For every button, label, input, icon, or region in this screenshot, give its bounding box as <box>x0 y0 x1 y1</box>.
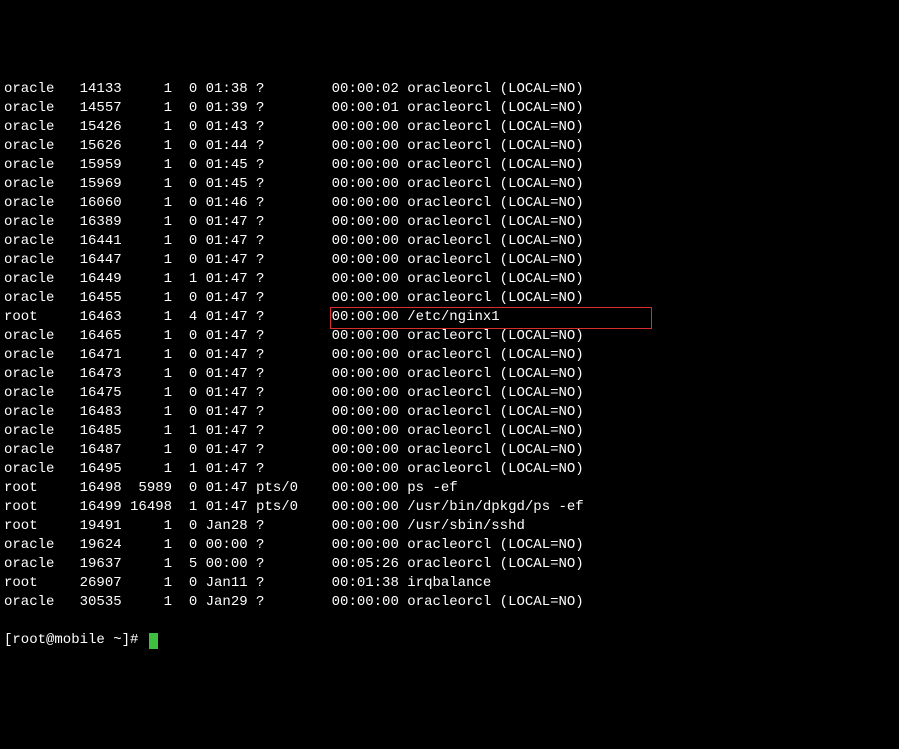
process-row: root 19491 1 0 Jan28 ? 00:00:00 /usr/sbi… <box>4 517 895 536</box>
process-row: oracle 16465 1 0 01:47 ? 00:00:00 oracle… <box>4 327 895 346</box>
process-row: oracle 16483 1 0 01:47 ? 00:00:00 oracle… <box>4 403 895 422</box>
terminal-output: oracle 14133 1 0 01:38 ? 00:00:02 oracle… <box>4 80 895 612</box>
cursor-block <box>149 633 158 649</box>
process-row: oracle 16389 1 0 01:47 ? 00:00:00 oracle… <box>4 213 895 232</box>
shell-prompt-text: [root@mobile ~]# <box>4 631 147 650</box>
process-row: oracle 16455 1 0 01:47 ? 00:00:00 oracle… <box>4 289 895 308</box>
process-row: oracle 16495 1 1 01:47 ? 00:00:00 oracle… <box>4 460 895 479</box>
process-row: oracle 16473 1 0 01:47 ? 00:00:00 oracle… <box>4 365 895 384</box>
shell-prompt-line[interactable]: [root@mobile ~]# <box>4 631 895 650</box>
process-row: oracle 19624 1 0 00:00 ? 00:00:00 oracle… <box>4 536 895 555</box>
process-row: oracle 16471 1 0 01:47 ? 00:00:00 oracle… <box>4 346 895 365</box>
process-row: oracle 15626 1 0 01:44 ? 00:00:00 oracle… <box>4 137 895 156</box>
process-row: oracle 16475 1 0 01:47 ? 00:00:00 oracle… <box>4 384 895 403</box>
process-row: oracle 16447 1 0 01:47 ? 00:00:00 oracle… <box>4 251 895 270</box>
process-row: root 16463 1 4 01:47 ? 00:00:00 /etc/ngi… <box>4 308 895 327</box>
process-row: oracle 16060 1 0 01:46 ? 00:00:00 oracle… <box>4 194 895 213</box>
process-row: oracle 15426 1 0 01:43 ? 00:00:00 oracle… <box>4 118 895 137</box>
process-row: oracle 16487 1 0 01:47 ? 00:00:00 oracle… <box>4 441 895 460</box>
process-row: root 26907 1 0 Jan11 ? 00:01:38 irqbalan… <box>4 574 895 593</box>
process-row: oracle 14133 1 0 01:38 ? 00:00:02 oracle… <box>4 80 895 99</box>
process-row: oracle 30535 1 0 Jan29 ? 00:00:00 oracle… <box>4 593 895 612</box>
process-row: oracle 16449 1 1 01:47 ? 00:00:00 oracle… <box>4 270 895 289</box>
process-row: oracle 16485 1 1 01:47 ? 00:00:00 oracle… <box>4 422 895 441</box>
process-row: root 16498 5989 0 01:47 pts/0 00:00:00 p… <box>4 479 895 498</box>
process-row: oracle 15959 1 0 01:45 ? 00:00:00 oracle… <box>4 156 895 175</box>
process-row: oracle 19637 1 5 00:00 ? 00:05:26 oracle… <box>4 555 895 574</box>
process-row: root 16499 16498 1 01:47 pts/0 00:00:00 … <box>4 498 895 517</box>
process-row: oracle 14557 1 0 01:39 ? 00:00:01 oracle… <box>4 99 895 118</box>
process-row: oracle 16441 1 0 01:47 ? 00:00:00 oracle… <box>4 232 895 251</box>
process-row: oracle 15969 1 0 01:45 ? 00:00:00 oracle… <box>4 175 895 194</box>
